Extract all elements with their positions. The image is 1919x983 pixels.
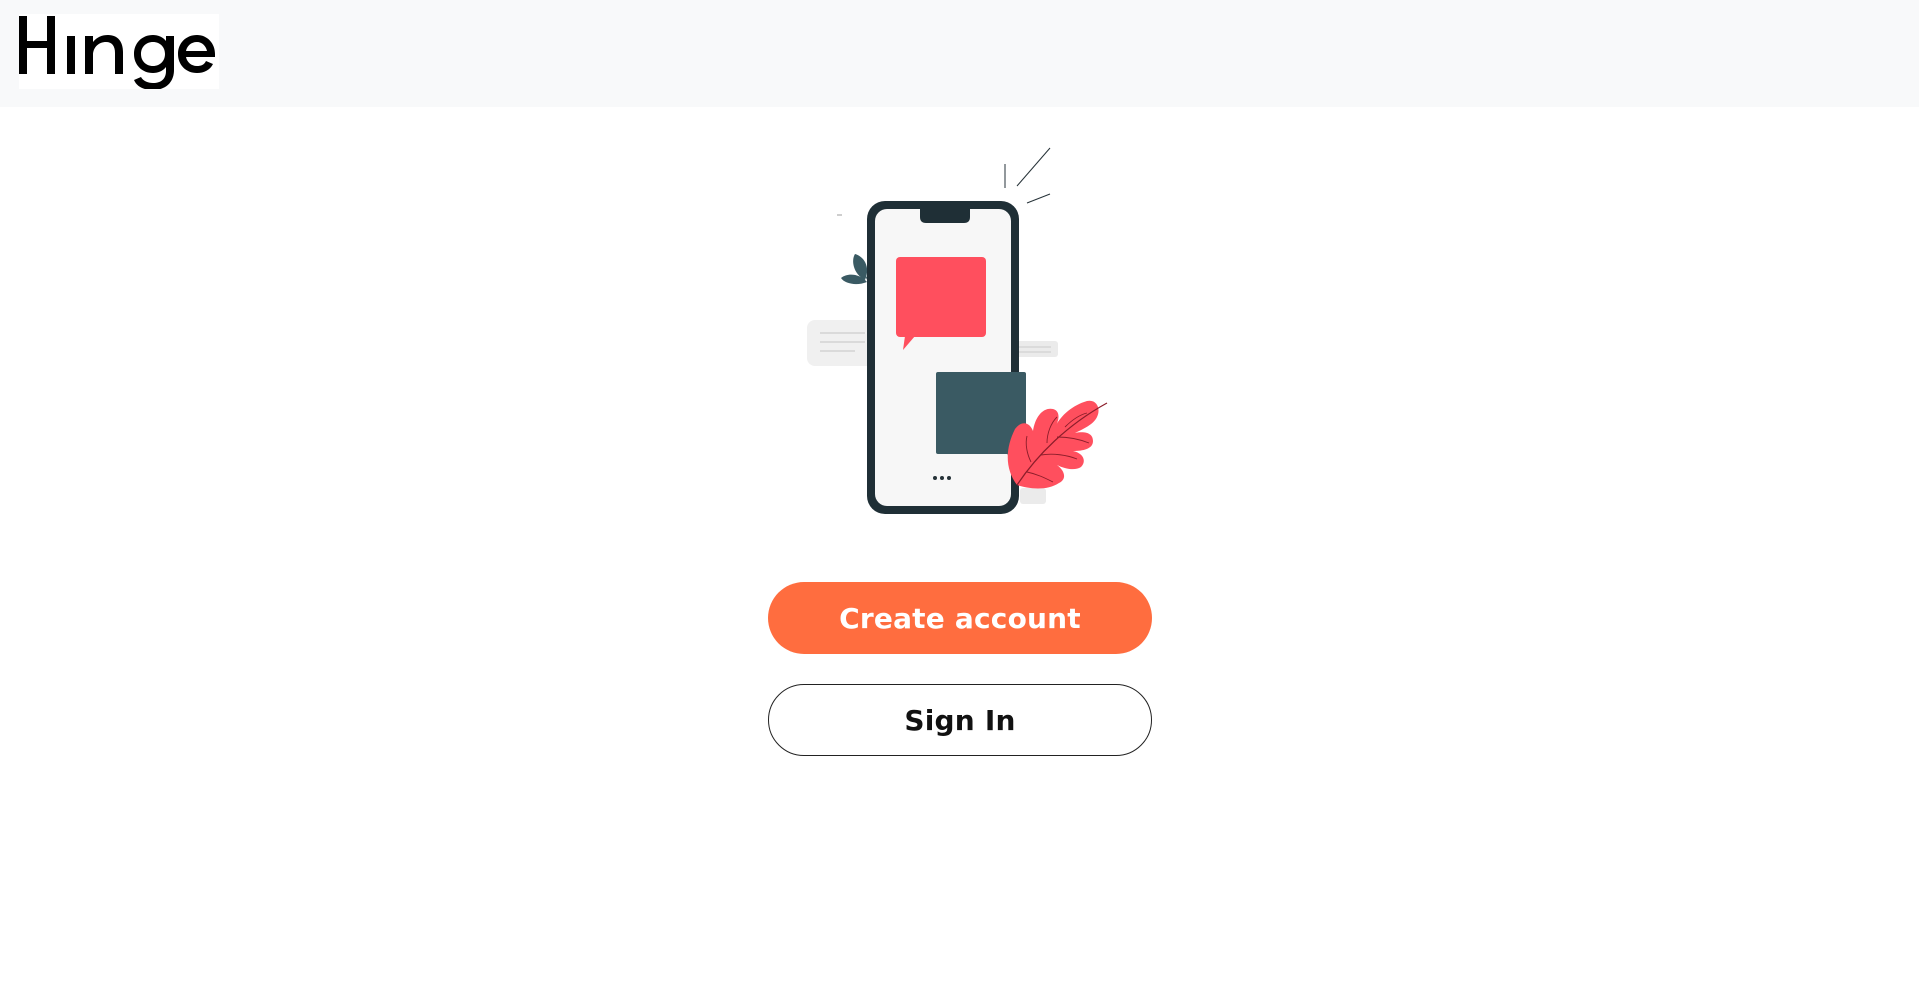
sign-in-label: Sign In xyxy=(904,703,1016,737)
bg-card-icon xyxy=(1020,488,1046,504)
spark-line-icon xyxy=(1016,147,1051,187)
hinge-logo-icon xyxy=(19,16,215,89)
create-account-button[interactable]: Create account xyxy=(768,582,1152,654)
create-account-label: Create account xyxy=(839,601,1081,635)
spark-line-icon xyxy=(1026,193,1051,204)
hinge-logo[interactable] xyxy=(19,14,219,89)
sign-in-button[interactable]: Sign In xyxy=(768,684,1152,756)
chat-bubble-red-icon xyxy=(896,257,986,350)
phone-icon xyxy=(867,201,1019,514)
top-header xyxy=(0,0,1919,107)
phone-chat-illustration xyxy=(795,140,1135,520)
